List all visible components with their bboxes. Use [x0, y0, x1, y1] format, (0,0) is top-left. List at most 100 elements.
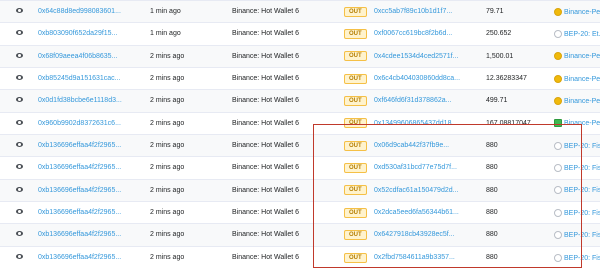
- table-row: 0xb136696effaa4f2f2965... 2 mins ago Binan…: [0, 178, 600, 202]
- to-address-link[interactable]: 0x2fbd7584611a9b3357...: [374, 254, 455, 261]
- token-icon: [554, 253, 562, 262]
- from-address[interactable]: Binance: Hot Wallet 6: [232, 75, 299, 82]
- txn-hash-link[interactable]: 0xb136696effaa4f2f2965...: [38, 254, 121, 261]
- token-link[interactable]: Binance-Peg ... (BSC-US...): [564, 53, 600, 60]
- from-address[interactable]: Binance: Hot Wallet 6: [232, 231, 299, 238]
- direction-badge: OUT: [344, 207, 367, 218]
- token-link[interactable]: BEP-20: Et... ...s X: [564, 31, 600, 38]
- token-link[interactable]: BEP-20: Fis... ...DAO: [564, 165, 600, 172]
- txn-hash-link[interactable]: 0xb136696effaa4f2f2965...: [38, 187, 121, 194]
- to-address-link[interactable]: 0x13499606865437dd18...: [374, 120, 457, 127]
- eye-icon[interactable]: [15, 142, 23, 148]
- from-address[interactable]: Binance: Hot Wallet 6: [232, 97, 299, 104]
- direction-badge: OUT: [344, 95, 367, 106]
- from-address[interactable]: Binance: Hot Wallet 6: [232, 209, 299, 216]
- view-cell[interactable]: [0, 66, 38, 90]
- from-address[interactable]: Binance: Hot Wallet 6: [232, 30, 299, 37]
- eye-icon[interactable]: [15, 119, 23, 125]
- to-address-link[interactable]: 0xd530af31bcd77e75d7f...: [374, 164, 457, 171]
- eye-icon[interactable]: [15, 8, 23, 14]
- view-cell[interactable]: [0, 111, 38, 135]
- eye-icon[interactable]: [15, 75, 23, 81]
- age-text: 2 mins ago: [150, 231, 185, 239]
- to-address-link[interactable]: 0x52cdfac61a150479d2d...: [374, 187, 458, 194]
- token-link[interactable]: BEP-20: Fis... ...DAO: [564, 209, 600, 216]
- direction-badge: OUT: [344, 51, 367, 62]
- to-address-link[interactable]: 0x2dca5eed6fa56344b61...: [374, 209, 459, 216]
- from-address[interactable]: Binance: Hot Wallet 6: [232, 164, 299, 171]
- value-text: 880: [486, 209, 498, 217]
- to-address-link[interactable]: 0xf646fd6f31d378862a...: [374, 97, 451, 104]
- from-address[interactable]: Binance: Hot Wallet 6: [232, 254, 299, 261]
- to-address-link[interactable]: 0x4cdee1534d4ced2571f...: [374, 53, 458, 60]
- token-icon: [554, 208, 562, 217]
- token-link[interactable]: Binance-Peg ... (BSC-US...): [564, 98, 600, 105]
- token-link[interactable]: BEP-20: Fis... ...DAO: [564, 187, 600, 194]
- view-cell[interactable]: [0, 22, 38, 46]
- value-text: 167.08817047: [486, 119, 531, 127]
- token-link[interactable]: Binance-Peg ... (KNC): [564, 120, 600, 127]
- txn-hash-link[interactable]: 0xb136696effaa4f2f2965...: [38, 231, 121, 238]
- eye-icon[interactable]: [15, 52, 23, 58]
- age-text: 2 mins ago: [150, 52, 185, 60]
- txn-hash-link[interactable]: 0x68f09aeea4f06b8635...: [38, 53, 117, 60]
- token-link[interactable]: BEP-20: Fis... ...DAO: [564, 232, 600, 239]
- txn-hash-link[interactable]: 0xb136696effaa4f2f2965...: [38, 164, 121, 171]
- to-address-link[interactable]: 0xf0067cc619bc8f2b6d...: [374, 30, 452, 37]
- token-icon: [554, 29, 562, 38]
- value-text: 12.36283347: [486, 75, 527, 83]
- age-text: 2 mins ago: [150, 164, 185, 172]
- view-cell[interactable]: [0, 245, 38, 268]
- age-text: 1 min ago: [150, 8, 181, 16]
- to-address-link[interactable]: 0xcc5ab7f89c10b1d1f7...: [374, 8, 452, 15]
- view-cell[interactable]: [0, 200, 38, 224]
- value-text: 880: [486, 142, 498, 150]
- eye-icon[interactable]: [15, 164, 23, 170]
- table-row: 0xb136696effaa4f2f2965... 2 mins ago Binan…: [0, 156, 600, 180]
- token-link[interactable]: Binance-Peg ... (BSC-US...): [564, 9, 600, 16]
- eye-icon[interactable]: [15, 209, 23, 215]
- eye-icon[interactable]: [15, 30, 23, 36]
- age-text: 2 mins ago: [150, 75, 185, 83]
- from-address[interactable]: Binance: Hot Wallet 6: [232, 187, 299, 194]
- txn-hash-link[interactable]: 0xb803090f652da29f15...: [38, 30, 117, 37]
- value-text: 79.71: [486, 8, 504, 16]
- direction-badge: OUT: [344, 229, 367, 240]
- from-address[interactable]: Binance: Hot Wallet 6: [232, 120, 299, 127]
- direction-badge: OUT: [344, 252, 367, 263]
- eye-icon[interactable]: [15, 254, 23, 260]
- view-cell[interactable]: [0, 89, 38, 113]
- txn-hash-link[interactable]: 0x64c88d8ed998083601...: [38, 8, 121, 15]
- eye-icon[interactable]: [15, 231, 23, 237]
- to-address-link[interactable]: 0x06d9cab442f37fb9e...: [374, 142, 449, 149]
- table-row: 0x64c88d8ed998083601... 1 min ago Binance:…: [0, 0, 600, 23]
- view-cell[interactable]: [0, 44, 38, 68]
- view-cell[interactable]: [0, 178, 38, 202]
- from-address[interactable]: Binance: Hot Wallet 6: [232, 8, 299, 15]
- to-address-link[interactable]: 0x6427918cb43928ec5f...: [374, 231, 455, 238]
- table-row: 0xb136696effaa4f2f2965... 2 mins ago Binan…: [0, 200, 600, 224]
- token-icon: [554, 163, 562, 172]
- token-link[interactable]: BEP-20: Fis... ...DAO: [564, 142, 600, 149]
- view-cell[interactable]: [0, 156, 38, 180]
- age-text: 1 min ago: [150, 30, 181, 38]
- from-address[interactable]: Binance: Hot Wallet 6: [232, 142, 299, 149]
- token-link[interactable]: Binance-Peg ... (BUSD): [564, 75, 600, 82]
- to-address-link[interactable]: 0x6c4cb404030860dd8ca...: [374, 75, 460, 82]
- view-cell[interactable]: [0, 223, 38, 247]
- txn-hash-link[interactable]: 0xb85245d9a151631cac...: [38, 75, 121, 82]
- token-link[interactable]: BEP-20: Fis... ...DAO: [564, 254, 600, 261]
- value-text: 880: [486, 231, 498, 239]
- txn-hash-link[interactable]: 0x960b9902d8372631c6...: [38, 120, 121, 127]
- direction-badge: OUT: [344, 162, 367, 173]
- view-cell[interactable]: [0, 0, 38, 23]
- value-text: 499.71: [486, 97, 508, 105]
- value-text: 1,500.01: [486, 52, 514, 60]
- txn-hash-link[interactable]: 0x0d1fd38bcbe6e1118d3...: [38, 97, 122, 104]
- from-address[interactable]: Binance: Hot Wallet 6: [232, 53, 299, 60]
- eye-icon[interactable]: [15, 97, 23, 103]
- view-cell[interactable]: [0, 133, 38, 157]
- eye-icon[interactable]: [15, 186, 23, 192]
- txn-hash-link[interactable]: 0xb136696effaa4f2f2965...: [38, 209, 121, 216]
- txn-hash-link[interactable]: 0xb136696effaa4f2f2965...: [38, 142, 121, 149]
